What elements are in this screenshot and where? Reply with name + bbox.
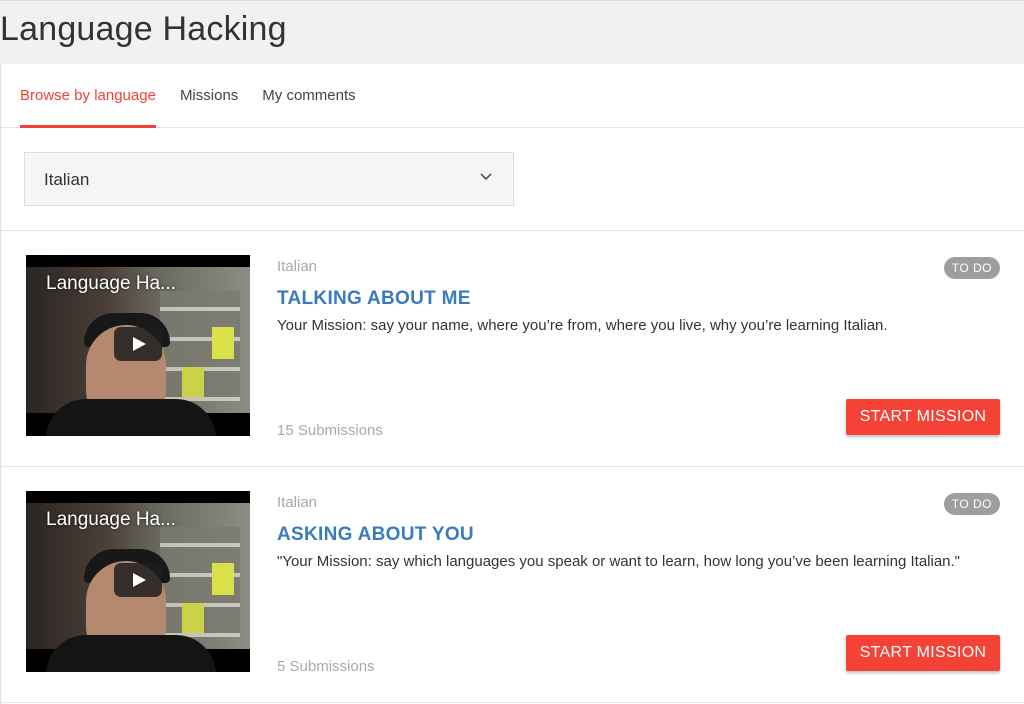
status-badge: TO DO [943, 493, 1000, 515]
language-select[interactable]: Italian [24, 152, 514, 206]
video-title: Language Ha... [46, 509, 176, 530]
filter-row: Italian [1, 128, 1024, 231]
chevron-down-icon [480, 173, 492, 181]
page-header: Language Hacking [0, 0, 1024, 64]
submission-count: 5 Submissions [277, 658, 375, 675]
video-title: Language Ha... [46, 273, 176, 294]
mission-description: "Your Mission: say which languages you s… [277, 553, 961, 570]
tab-missions[interactable]: Missions [180, 64, 238, 127]
language-select-value: Italian [44, 170, 90, 189]
play-icon[interactable] [114, 327, 162, 361]
mission-language: Italian [277, 494, 318, 511]
submission-count: 15 Submissions [277, 422, 383, 439]
start-mission-button[interactable]: START MISSION [846, 635, 1000, 671]
mission-description: Your Mission: say your name, where you’r… [277, 317, 888, 334]
tab-bar: Browse by language Missions My comments [1, 64, 1024, 128]
mission-card: Language Ha... Italian TALKING ABOUT ME … [1, 231, 1024, 467]
tab-my-comments[interactable]: My comments [262, 64, 355, 127]
mission-title[interactable]: ASKING ABOUT YOU [277, 524, 474, 546]
page-title: Language Hacking [0, 10, 287, 48]
main-panel: Browse by language Missions My comments … [0, 64, 1024, 704]
start-mission-button[interactable]: START MISSION [846, 399, 1000, 435]
mission-card: Language Ha... Italian ASKING ABOUT YOU … [1, 467, 1024, 703]
tab-browse-by-language[interactable]: Browse by language [20, 64, 156, 128]
video-thumbnail[interactable]: Language Ha... [26, 491, 250, 672]
mission-language: Italian [277, 258, 318, 275]
status-badge: TO DO [943, 257, 1000, 279]
mission-title[interactable]: TALKING ABOUT ME [277, 288, 471, 310]
video-thumbnail[interactable]: Language Ha... [26, 255, 250, 436]
play-icon[interactable] [114, 563, 162, 597]
